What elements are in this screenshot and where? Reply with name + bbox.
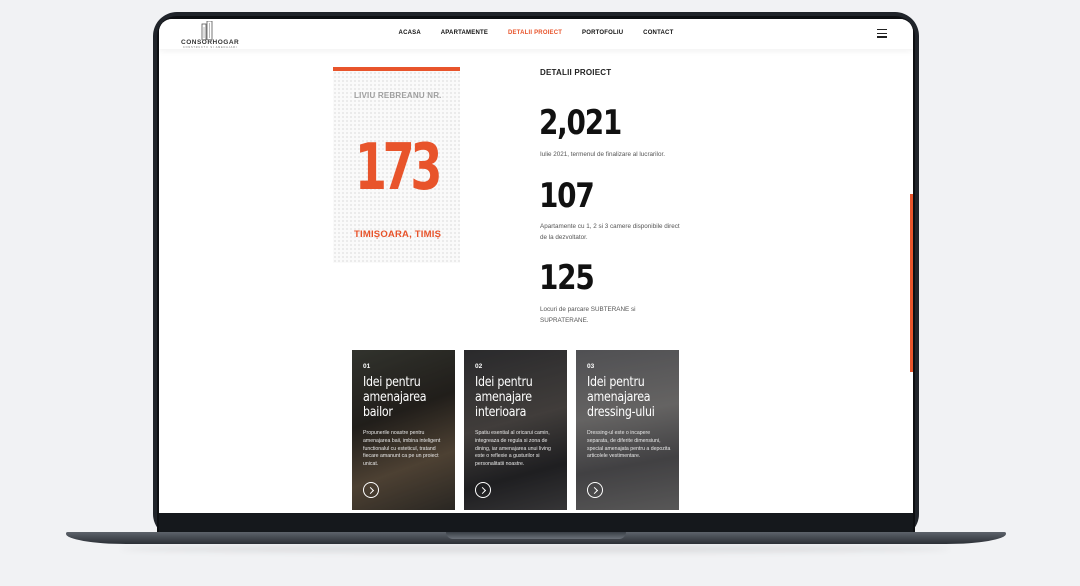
arrow-right-icon[interactable] (475, 482, 491, 498)
idea-card-text: Spatiu esential al oricarui camin, integ… (475, 430, 551, 468)
laptop-screen: CONSORHOGAR CONSTRUCTII SI AMENAJARI ACA… (159, 19, 913, 513)
idea-card-title: Idei pentru amenajarea dressing-ului (587, 375, 655, 420)
address-number: 173 (354, 131, 443, 205)
nav-item-acasa[interactable]: ACASA (399, 30, 421, 36)
nav-item-contact[interactable]: CONTACT (643, 30, 673, 36)
address-card: LIVIU REBREANU NR. 173 TIMIȘOARA, TIMIȘ (333, 71, 460, 263)
nav-item-detalii-proiect[interactable]: DETALII PROIECT (508, 30, 562, 36)
nav-item-portofoliu[interactable]: PORTOFOLIU (582, 30, 623, 36)
stat-value-parking: 125 (539, 258, 595, 298)
main-nav: ACASA APARTAMENTE DETALII PROIECT PORTOF… (159, 30, 913, 36)
stat-value-completion: 2,021 (539, 103, 622, 143)
idea-card-dressing[interactable]: 03 Idei pentru amenajarea dressing-ului … (576, 350, 679, 510)
laptop-notch (446, 532, 626, 539)
scroll-indicator[interactable] (910, 194, 913, 372)
idea-card-number: 01 (363, 363, 371, 370)
brand-tagline: CONSTRUCTII SI AMENAJARI (183, 46, 238, 49)
nav-item-apartamente[interactable]: APARTAMENTE (441, 30, 488, 36)
idea-card-bai[interactable]: 01 Idei pentru amenajarea bailor Propune… (352, 350, 455, 510)
idea-card-text: Propunerile noastre pentru amenajarea ba… (363, 430, 441, 468)
laptop-shadow (120, 545, 950, 553)
address-street: LIVIU REBREANU NR. (354, 91, 442, 100)
section-title: DETALII PROIECT (540, 68, 612, 77)
address-city: TIMIȘOARA, TIMIȘ (354, 229, 442, 240)
site-header: CONSORHOGAR CONSTRUCTII SI AMENAJARI ACA… (159, 19, 913, 49)
stat-desc-apartments: Apartamente cu 1, 2 si 3 camere disponib… (540, 223, 680, 241)
brand-name: CONSORHOGAR (181, 39, 240, 46)
arrow-right-icon[interactable] (587, 482, 603, 498)
idea-card-title: Idei pentru amenajare interioara (475, 375, 533, 420)
idea-card-title: Idei pentru amenajarea bailor (363, 375, 427, 420)
stat-desc-completion: Iulie 2021, termenul de finalizare al lu… (540, 151, 665, 158)
arrow-right-icon[interactable] (363, 482, 379, 498)
idea-card-text: Dressing-ul este o incapere separata, de… (587, 430, 671, 460)
stat-desc-parking: Locuri de parcare SUBTERANE si SUPRATERA… (540, 306, 636, 324)
stat-value-apartments: 107 (539, 176, 595, 216)
idea-card-number: 03 (587, 363, 595, 370)
hamburger-menu-icon[interactable] (877, 29, 887, 38)
idea-card-number: 02 (475, 363, 483, 370)
idea-card-interior[interactable]: 02 Idei pentru amenajare interioara Spat… (464, 350, 567, 510)
laptop-screen-bezel (159, 512, 913, 534)
